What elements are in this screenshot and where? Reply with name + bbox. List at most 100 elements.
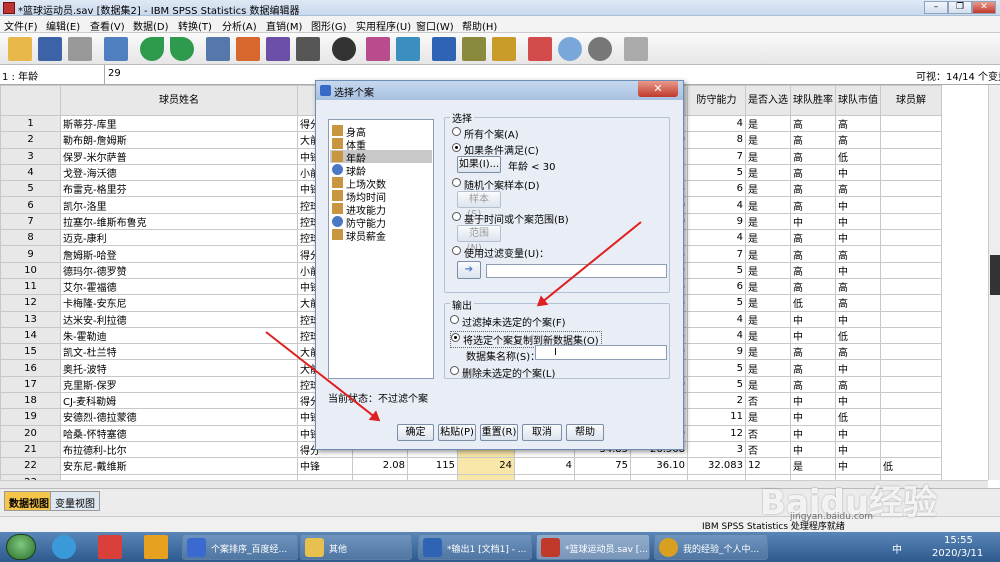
row-number[interactable]: 2 bbox=[0, 131, 61, 149]
table-cell[interactable]: 是 bbox=[745, 229, 791, 247]
spell-check-icon[interactable] bbox=[624, 37, 648, 61]
table-cell[interactable] bbox=[880, 196, 942, 214]
radio-time-range[interactable]: 基于时间或个案范围(B) bbox=[452, 211, 569, 226]
table-cell[interactable]: 是 bbox=[745, 310, 791, 328]
table-cell[interactable]: 是 bbox=[745, 163, 791, 182]
table-cell[interactable]: 布拉德利-比尔 bbox=[60, 440, 298, 459]
table-cell[interactable]: 中 bbox=[835, 424, 881, 442]
radio-filter-variable[interactable]: 使用过滤变量(U)： bbox=[452, 245, 549, 260]
cancel-button[interactable]: 取消 bbox=[522, 424, 562, 441]
table-cell[interactable]: 8 bbox=[687, 131, 746, 149]
print-icon[interactable] bbox=[68, 37, 92, 61]
table-cell[interactable]: 高 bbox=[790, 196, 836, 214]
vertical-scrollbar[interactable] bbox=[988, 85, 1000, 480]
column-header[interactable]: 防守能力 bbox=[687, 85, 746, 116]
table-cell[interactable]: 中 bbox=[790, 408, 836, 426]
table-cell[interactable] bbox=[880, 359, 942, 377]
table-cell[interactable]: 中 bbox=[835, 196, 881, 214]
row-number[interactable]: 13 bbox=[0, 310, 61, 328]
table-cell[interactable] bbox=[880, 245, 942, 263]
pinned-app-icon[interactable] bbox=[52, 535, 76, 559]
variable-item[interactable]: 场均时间 bbox=[332, 189, 386, 204]
row-number[interactable]: 3 bbox=[0, 147, 61, 165]
clock-date[interactable]: 2020/3/11 bbox=[932, 548, 983, 559]
radio-delete-unselected[interactable]: 删除未选定的个案(L) bbox=[450, 365, 555, 380]
row-number[interactable]: 20 bbox=[0, 424, 61, 442]
filter-variable-field[interactable] bbox=[486, 264, 667, 278]
table-cell[interactable]: 4 bbox=[687, 326, 746, 345]
row-number[interactable]: 19 bbox=[0, 408, 61, 426]
table-cell[interactable]: 高 bbox=[790, 163, 836, 182]
pinned-wps-icon[interactable] bbox=[98, 535, 122, 559]
table-cell[interactable]: 高 bbox=[790, 147, 836, 165]
column-header[interactable]: 球员姓名 bbox=[60, 85, 298, 116]
table-cell[interactable]: 高 bbox=[835, 375, 881, 394]
pinned-office-icon[interactable] bbox=[144, 535, 168, 559]
table-cell[interactable]: 4 bbox=[514, 457, 575, 475]
menu-data[interactable]: 数据(D) bbox=[133, 18, 169, 33]
table-cell[interactable]: 5 bbox=[687, 375, 746, 394]
clock-time[interactable]: 15:55 bbox=[944, 535, 973, 546]
menu-view[interactable]: 查看(V) bbox=[90, 18, 125, 33]
table-cell[interactable]: 是 bbox=[745, 245, 791, 263]
weight-cases-icon[interactable] bbox=[462, 37, 486, 61]
table-cell[interactable]: 是 bbox=[745, 277, 791, 296]
table-cell[interactable]: 中 bbox=[835, 261, 881, 279]
table-cell[interactable]: 是 bbox=[745, 180, 791, 198]
table-cell[interactable]: 9 bbox=[687, 212, 746, 231]
table-cell[interactable]: 高 bbox=[790, 277, 836, 296]
table-cell[interactable]: 中 bbox=[790, 310, 836, 328]
table-cell[interactable] bbox=[880, 343, 942, 361]
table-cell[interactable]: 9 bbox=[687, 343, 746, 361]
open-folder-icon[interactable] bbox=[8, 37, 32, 61]
table-cell[interactable]: 斯蒂芬-库里 bbox=[60, 114, 298, 133]
table-cell[interactable]: 高 bbox=[835, 277, 881, 296]
table-cell[interactable]: 高 bbox=[790, 180, 836, 198]
variable-item-selected[interactable]: 年龄 bbox=[330, 150, 432, 165]
table-cell[interactable]: 中 bbox=[790, 326, 836, 345]
move-arrow-button[interactable]: ➔ bbox=[457, 261, 481, 279]
dialog-close-button[interactable]: ✕ bbox=[638, 81, 678, 97]
column-header[interactable]: 球员解 bbox=[880, 85, 942, 116]
row-number[interactable]: 12 bbox=[0, 294, 61, 312]
table-cell[interactable]: 安东尼-戴维斯 bbox=[60, 457, 298, 475]
table-cell[interactable]: 5 bbox=[687, 261, 746, 279]
variable-item[interactable]: 上场次数 bbox=[332, 176, 386, 191]
table-cell[interactable]: 4 bbox=[687, 310, 746, 328]
table-cell[interactable]: 高 bbox=[835, 131, 881, 149]
row-number[interactable]: 10 bbox=[0, 261, 61, 279]
taskbar-item-folder[interactable]: 其他 bbox=[300, 534, 412, 560]
table-cell[interactable]: 高 bbox=[790, 261, 836, 279]
table-cell[interactable] bbox=[880, 163, 942, 182]
table-cell[interactable]: 中 bbox=[835, 457, 881, 475]
table-cell[interactable]: 是 bbox=[745, 196, 791, 214]
table-cell[interactable]: 6 bbox=[687, 277, 746, 296]
row-number[interactable]: 5 bbox=[0, 180, 61, 198]
cell-value-editor[interactable]: 29 bbox=[108, 68, 121, 79]
table-cell[interactable]: 11 bbox=[687, 408, 746, 426]
tab-data-view[interactable]: 数据视图 bbox=[4, 491, 54, 511]
row-number[interactable]: 16 bbox=[0, 359, 61, 377]
column-header[interactable]: 球队胜率 bbox=[790, 85, 836, 116]
table-cell[interactable]: 安德烈-德拉蒙德 bbox=[60, 408, 298, 426]
table-cell[interactable]: 迈克-康利 bbox=[60, 229, 298, 247]
table-cell[interactable]: 达米安-利拉德 bbox=[60, 310, 298, 328]
table-cell[interactable]: 是 bbox=[790, 457, 836, 475]
table-cell[interactable]: 朱-霍勒迪 bbox=[60, 326, 298, 345]
table-cell[interactable]: 中锋 bbox=[297, 457, 353, 475]
row-number[interactable]: 4 bbox=[0, 163, 61, 182]
table-cell[interactable]: 德玛尔-德罗赞 bbox=[60, 261, 298, 279]
tab-variable-view[interactable]: 变量视图 bbox=[50, 491, 100, 511]
menu-help[interactable]: 帮助(H) bbox=[462, 18, 497, 33]
table-cell[interactable]: 7 bbox=[687, 147, 746, 165]
radio-all-cases[interactable]: 所有个案(A) bbox=[452, 126, 519, 141]
table-cell[interactable] bbox=[880, 277, 942, 296]
table-cell[interactable]: 艾尔-霍福德 bbox=[60, 277, 298, 296]
table-cell[interactable]: 中 bbox=[835, 392, 881, 410]
table-cell[interactable]: 75 bbox=[574, 457, 631, 475]
row-number[interactable]: 7 bbox=[0, 212, 61, 231]
table-cell[interactable] bbox=[880, 326, 942, 345]
table-cell[interactable]: 高 bbox=[835, 180, 881, 198]
row-number[interactable]: 21 bbox=[0, 440, 61, 459]
select-cases-icon[interactable] bbox=[492, 37, 516, 61]
